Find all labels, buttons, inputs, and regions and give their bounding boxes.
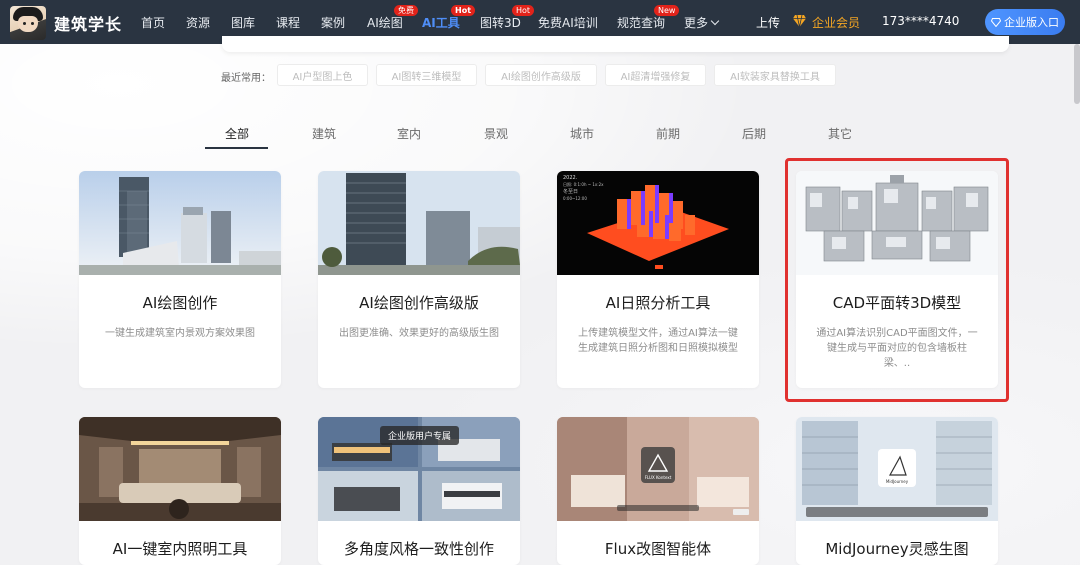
tool-card-sunlight-analysis[interactable]: 2022. 日照: 0:1:0h ~ 1x:2x 冬至日 0:00~12:00 … (557, 171, 759, 388)
nav-ai-tools[interactable]: AI工具 Hot (422, 5, 476, 31)
card-title: 多角度风格一致性创作 (343, 540, 494, 558)
brand-name[interactable]: 建筑学长 (54, 11, 122, 35)
tool-card-multi-angle-style[interactable]: 企业版用户专属 多角度风格一致性创作 (318, 417, 520, 565)
overlay-text: 冬至日 (563, 188, 578, 195)
tab-interior[interactable]: 室内 (397, 125, 421, 142)
chevron-down-icon (710, 16, 720, 26)
tab-landscape[interactable]: 景观 (484, 125, 508, 142)
nav-more[interactable]: 更多 (684, 14, 720, 31)
card-thumbnail: 企业版用户专属 (318, 417, 520, 521)
tool-card-interior-lighting[interactable]: AI一键室内照明工具 (79, 417, 281, 565)
card-title: AI日照分析工具 (605, 294, 711, 312)
card-thumbnail (318, 171, 520, 275)
highlight-frame (785, 158, 1009, 402)
card-description: 出图更准确、效果更好的高级版生图 (339, 328, 499, 339)
recent-chip[interactable]: AI软装家具替换工具 (714, 64, 836, 86)
tab-early-stage[interactable]: 前期 (656, 125, 680, 142)
search-input[interactable] (222, 36, 1009, 52)
tab-post-production[interactable]: 后期 (742, 125, 766, 142)
logo-avatar[interactable] (10, 6, 46, 40)
card-thumbnail (79, 417, 281, 521)
tab-architecture[interactable]: 建筑 (312, 125, 336, 142)
active-tab-indicator (205, 147, 268, 149)
nav-home[interactable]: 首页 (141, 14, 165, 31)
enterprise-member-link[interactable]: 企业会员 (812, 14, 860, 31)
overlay-text: 日照: 0:1:0h ~ 1x:2x (563, 182, 604, 187)
card-title: MidJourney灵感生图 (825, 540, 969, 558)
card-thumbnail: 2022. 日照: 0:1:0h ~ 1x:2x 冬至日 0:00~12:00 (557, 171, 759, 275)
nav-gallery[interactable]: 图库 (231, 14, 255, 31)
overlay-text: 2022. (563, 175, 578, 181)
nav-image-to-3d[interactable]: 图转3D Hot (480, 5, 535, 31)
hot-badge: Hot (451, 5, 476, 16)
recent-chip[interactable]: AI绘图创作高级版 (485, 64, 597, 86)
recent-chip[interactable]: AI超清增强修复 (605, 64, 706, 86)
diamond-icon (991, 17, 1001, 27)
recent-chip[interactable]: AI户型图上色 (277, 64, 368, 86)
tab-other[interactable]: 其它 (828, 125, 852, 142)
mj-logo-text: MidJourney (886, 479, 909, 484)
recent-label: 最近常用： (221, 73, 271, 84)
tool-card-ai-drawing-pro[interactable]: AI绘图创作高级版 出图更准确、效果更好的高级版生图 (318, 171, 520, 388)
user-phone[interactable]: 173****4740 (882, 14, 959, 28)
card-title: Flux改图智能体 (604, 540, 712, 558)
recent-chip[interactable]: AI图转三维模型 (376, 64, 477, 86)
nav-ai-drawing[interactable]: AI绘图 免费 (367, 5, 418, 31)
enterprise-exclusive-tag: 企业版用户专属 (380, 426, 460, 445)
card-title: AI绘图创作高级版 (359, 294, 479, 312)
page-scrollbar[interactable] (1074, 44, 1080, 104)
tab-city[interactable]: 城市 (570, 125, 594, 142)
flux-logo-text: FLUX Kontext (645, 475, 672, 480)
nav-resources[interactable]: 资源 (186, 14, 210, 31)
tab-all[interactable]: 全部 (225, 125, 249, 142)
card-description: 一键生成建筑室内景观方案效果图 (105, 328, 255, 339)
enterprise-entry-label: 企业版入口 (1004, 16, 1059, 29)
free-badge: 免费 (394, 5, 418, 16)
tool-card-ai-drawing[interactable]: AI绘图创作 一键生成建筑室内景观方案效果图 (79, 171, 281, 388)
upload-link[interactable]: 上传 (756, 14, 780, 31)
nav-courses[interactable]: 课程 (276, 14, 300, 31)
overlay-text: 0:00~12:00 (563, 196, 587, 201)
hot-badge: Hot (512, 5, 535, 16)
card-thumbnail: FLUX Kontext (557, 417, 759, 521)
card-title: AI一键室内照明工具 (112, 540, 248, 558)
nav-cases[interactable]: 案例 (321, 14, 345, 31)
tool-card-flux-edit[interactable]: FLUX Kontext Flux改图智能体 (557, 417, 759, 565)
nav-standards[interactable]: 规范查询 New (617, 5, 680, 31)
card-description: 上传建筑模型文件，通过AI算法一键生成建筑日照分析图和日照模拟模型 (578, 328, 738, 354)
diamond-icon (793, 15, 806, 27)
enterprise-entry-button[interactable]: 企业版入口 (985, 9, 1065, 35)
card-title: AI绘图创作 (142, 294, 218, 312)
card-thumbnail (79, 171, 281, 275)
new-badge: New (654, 5, 680, 16)
card-thumbnail: MidJourney (796, 417, 998, 521)
tool-card-midjourney[interactable]: MidJourney MidJourney灵感生图 (796, 417, 998, 565)
nav-free-ai-training[interactable]: 免费AI培训 (538, 14, 598, 31)
